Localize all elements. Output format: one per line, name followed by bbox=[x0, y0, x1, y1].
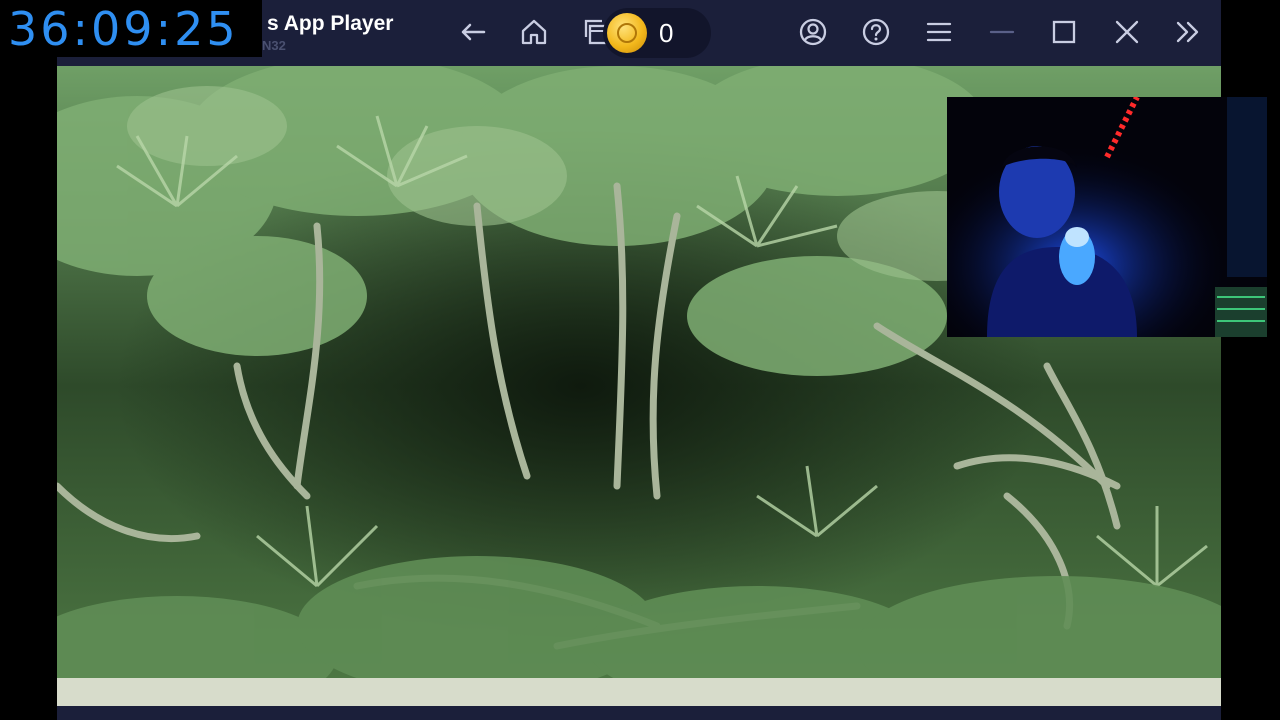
help-icon bbox=[862, 18, 890, 46]
timer-text: 36:09:25 bbox=[8, 2, 239, 56]
back-button[interactable] bbox=[455, 14, 491, 50]
account-icon bbox=[799, 18, 827, 46]
sidebar-expand-icon bbox=[1176, 21, 1199, 43]
stream-timer: 36:09:25 bbox=[0, 0, 262, 57]
webcam-overlay bbox=[947, 97, 1267, 337]
help-button[interactable] bbox=[858, 14, 894, 50]
maximize-icon bbox=[1052, 20, 1076, 44]
window-title: s App Player bbox=[267, 12, 394, 35]
sidebar-expand-button[interactable] bbox=[1170, 14, 1206, 50]
back-arrow-icon bbox=[461, 23, 486, 41]
webcam-feed-image bbox=[947, 97, 1267, 337]
window-subtitle: N32 bbox=[262, 38, 286, 53]
home-button[interactable] bbox=[516, 14, 552, 50]
menu-button[interactable] bbox=[921, 14, 957, 50]
minimize-button[interactable] bbox=[984, 14, 1020, 50]
menu-icon bbox=[926, 22, 952, 42]
emulator-bottom-bar bbox=[57, 706, 1221, 720]
coin-balance[interactable]: 0 bbox=[603, 8, 711, 58]
minimize-icon bbox=[989, 30, 1015, 34]
account-button[interactable] bbox=[795, 14, 831, 50]
coin-count: 0 bbox=[659, 18, 674, 48]
home-icon bbox=[521, 19, 547, 45]
close-button[interactable] bbox=[1109, 14, 1145, 50]
maximize-button[interactable] bbox=[1046, 14, 1082, 50]
close-icon bbox=[1115, 20, 1139, 44]
coin-icon bbox=[607, 13, 647, 53]
